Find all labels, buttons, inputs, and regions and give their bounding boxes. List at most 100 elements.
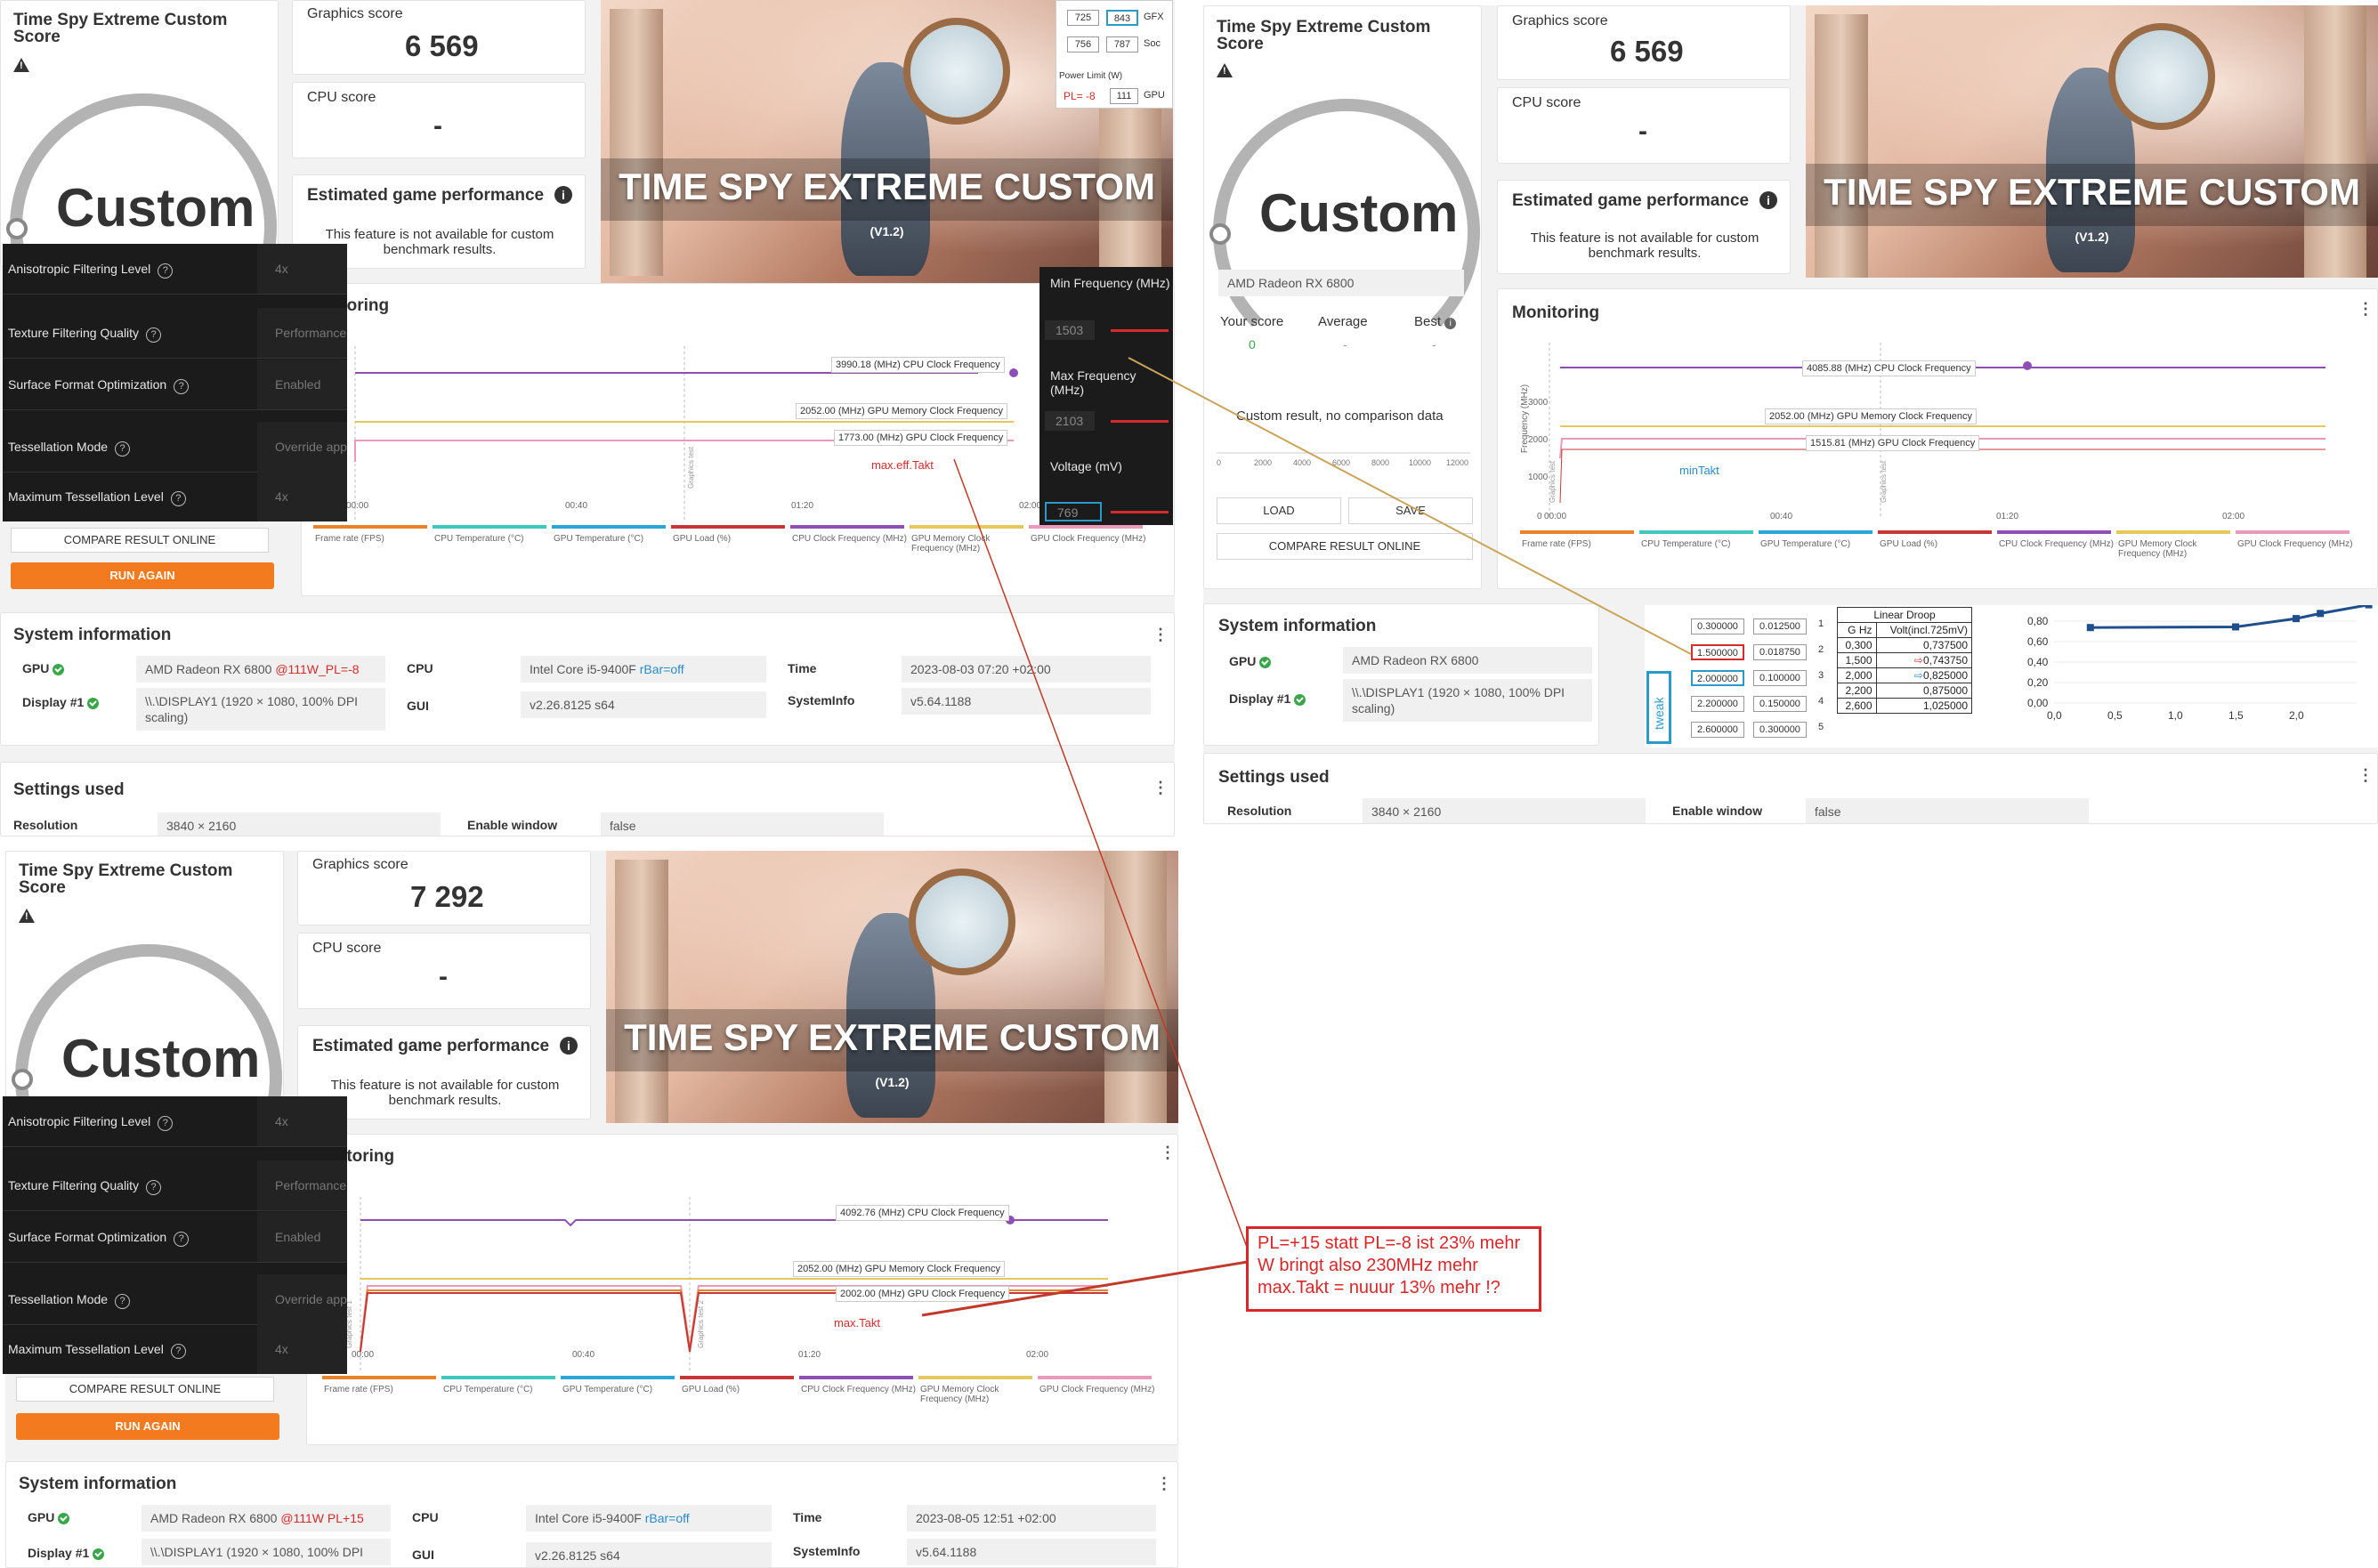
hero-version: (V1.2) (2075, 230, 2109, 244)
more-icon[interactable]: ⋮ (1156, 1475, 1172, 1493)
legend-item[interactable]: GPU Memory Clock Frequency (MHz) (920, 1385, 1009, 1404)
legend-item[interactable]: CPU Clock Frequency (MHz) (1999, 539, 2114, 549)
check-icon (1294, 693, 1306, 706)
clock-input-b[interactable]: 843 (1106, 10, 1138, 26)
clock-input-c[interactable]: 756 (1067, 36, 1099, 53)
legend-item[interactable]: GPU Temperature (°C) (562, 1385, 652, 1394)
hero-version: (V1.2) (870, 224, 904, 238)
compare-online-button[interactable]: COMPARE RESULT ONLINE (16, 1377, 274, 1402)
help-icon[interactable]: ? (174, 379, 190, 394)
legend-item[interactable]: GPU Load (%) (673, 534, 731, 544)
your-score-label: Your score (1220, 314, 1284, 329)
run-again-button[interactable]: RUN AGAIN (11, 562, 274, 589)
your-score-value: 0 (1249, 337, 1256, 352)
legend-item[interactable]: GPU Load (%) (682, 1385, 740, 1394)
more-icon[interactable]: ⋮ (1160, 1144, 1176, 1162)
compare-online-button[interactable]: COMPARE RESULT ONLINE (11, 528, 269, 553)
legend-item[interactable]: CPU Clock Frequency (MHz) (801, 1385, 916, 1394)
help-icon[interactable]: ? (115, 1294, 131, 1309)
voltage-input[interactable]: 769 (1045, 502, 1102, 521)
setting-value[interactable]: Enabled (257, 360, 347, 409)
vf-row-index: 5 (1818, 722, 1824, 732)
system-info-card: System information ⋮ GPU AMD Radeon RX 6… (5, 1461, 1178, 1568)
load-button[interactable]: LOAD (1217, 497, 1341, 524)
help-icon[interactable]: ? (146, 327, 162, 343)
setting-value[interactable]: 4x (257, 472, 347, 521)
help-icon[interactable]: ? (146, 1180, 162, 1195)
help-icon[interactable]: ? (158, 263, 174, 279)
setting-value[interactable]: 4x (257, 1096, 347, 1146)
gauge-knob (1209, 223, 1231, 245)
more-icon[interactable]: ⋮ (1153, 626, 1169, 644)
gfx-label: GFX (1144, 12, 1164, 22)
setting-value[interactable]: Performance (257, 308, 347, 358)
legend-item[interactable]: CPU Clock Frequency (MHz) (792, 534, 907, 544)
legend-item[interactable]: GPU Memory Clock Frequency (MHz) (2118, 539, 2207, 559)
tweak-button[interactable]: tweak (1646, 671, 1671, 744)
score-card: Time Spy Extreme Custom Score Custom (5, 851, 284, 1118)
setting-value[interactable]: 4x (257, 1324, 347, 1374)
legend-item[interactable]: GPU Clock Frequency (MHz) (2237, 539, 2352, 549)
vf-volt-input[interactable]: 0.018750 (1753, 644, 1807, 660)
svg-text:Graphics test 2: Graphics test 2 (697, 1300, 705, 1348)
info-icon[interactable]: i (1444, 318, 1457, 329)
min-frequency-input[interactable]: 1503 (1045, 320, 1095, 340)
setting-value[interactable]: 4x (257, 244, 347, 294)
legend-item[interactable]: Frame rate (FPS) (1522, 539, 1591, 549)
info-icon[interactable]: i (560, 1037, 578, 1055)
max-frequency-input[interactable]: 2103 (1045, 411, 1095, 431)
driver-settings-overlay: Anisotropic Filtering Level? 4x Texture F… (3, 244, 347, 521)
legend-item[interactable]: GPU Clock Frequency (MHz) (1039, 1385, 1154, 1394)
gpu-freq-tag: 2002.00 (MHz) GPU Clock Frequency (836, 1286, 1010, 1302)
help-icon[interactable]: ? (174, 1232, 190, 1247)
legend-item[interactable]: CPU Temperature (°C) (1641, 539, 1731, 549)
setting-value[interactable]: Performance (257, 1160, 347, 1210)
vf-volt-input[interactable]: 0.100000 (1753, 670, 1807, 686)
time-tick: 00:00 (346, 501, 369, 511)
setting-value[interactable]: Override application settings (257, 1274, 347, 1324)
clock-input-d[interactable]: 787 (1106, 36, 1138, 53)
more-icon[interactable]: ⋮ (2358, 766, 2374, 785)
legend-item[interactable]: Frame rate (FPS) (324, 1385, 393, 1394)
help-icon[interactable]: ? (170, 1344, 186, 1359)
y-tick: 0 (1537, 512, 1542, 521)
gauge-label: Custom (61, 1029, 261, 1088)
info-icon[interactable]: i (1759, 191, 1777, 209)
arrow-right-icon: ⇨ (1913, 654, 1923, 667)
help-icon[interactable]: ? (115, 441, 131, 457)
legend-item[interactable]: GPU Temperature (°C) (1760, 539, 1850, 549)
clock-input-a[interactable]: 725 (1067, 10, 1099, 26)
more-icon[interactable]: ⋮ (1153, 779, 1169, 797)
vf-freq-input[interactable]: 0.300000 (1691, 618, 1744, 634)
warning-icon (13, 58, 29, 72)
save-button[interactable]: SAVE (1348, 497, 1473, 524)
legend-item[interactable]: Frame rate (FPS) (315, 534, 384, 544)
setting-value[interactable]: Enabled (257, 1212, 347, 1262)
comparison-axis: 0 2000 4000 6000 8000 10000 12000 (1217, 452, 1470, 467)
vf-volt-input[interactable]: 0.012500 (1753, 618, 1807, 634)
hero-title: TIME SPY EXTREME CUSTOM (624, 1016, 1161, 1058)
help-icon[interactable]: ? (158, 1116, 174, 1131)
run-again-button[interactable]: RUN AGAIN (16, 1413, 279, 1440)
vf-volt-input[interactable]: 0.300000 (1753, 722, 1807, 738)
vf-freq-input[interactable]: 1.500000 (1691, 644, 1744, 660)
legend-item[interactable]: GPU Memory Clock Frequency (MHz) (911, 534, 1000, 554)
help-icon[interactable]: ? (170, 491, 186, 506)
setting-value[interactable]: Override application settings (257, 422, 347, 472)
compare-online-button[interactable]: COMPARE RESULT ONLINE (1217, 533, 1473, 560)
info-icon[interactable]: i (554, 186, 572, 204)
legend-item[interactable]: GPU Clock Frequency (MHz) (1031, 534, 1145, 544)
vf-freq-input[interactable]: 2.200000 (1691, 696, 1744, 712)
vf-freq-input[interactable]: 2.000000 (1691, 670, 1744, 686)
legend-item[interactable]: CPU Temperature (°C) (443, 1385, 533, 1394)
power-limit-input[interactable]: 111 (1110, 88, 1138, 104)
legend-item[interactable]: CPU Temperature (°C) (434, 534, 524, 544)
more-icon[interactable]: ⋮ (2358, 300, 2374, 319)
vf-freq-input[interactable]: 2.600000 (1691, 722, 1744, 738)
vf-header-ghz: G Hz (1837, 622, 1877, 638)
vf-volt-input[interactable]: 0.150000 (1753, 696, 1807, 712)
legend-item[interactable]: GPU Load (%) (1880, 539, 1937, 549)
setting-label: Tessellation Mode? (8, 1292, 131, 1309)
legend-item[interactable]: GPU Temperature (°C) (554, 534, 643, 544)
vf-cell: 1,500 (1837, 652, 1877, 668)
